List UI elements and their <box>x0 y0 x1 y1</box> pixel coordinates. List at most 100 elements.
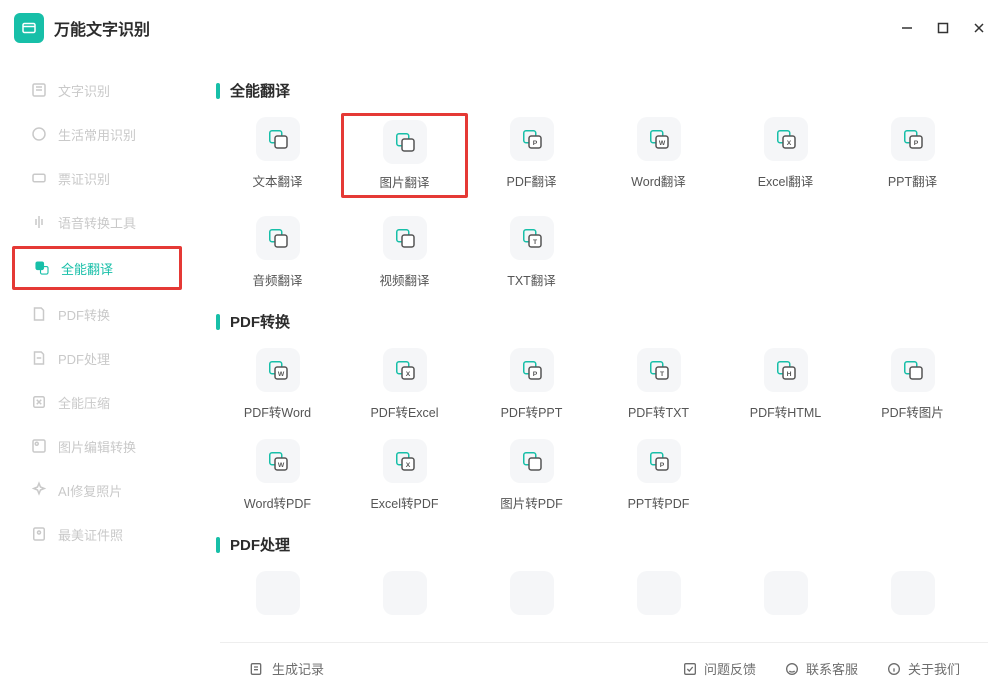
text-translate-icon <box>256 117 300 161</box>
tool-item[interactable]: W Word转PDF <box>214 439 341 512</box>
word-to-pdf-icon: W <box>256 439 300 483</box>
sidebar-item-id-photo[interactable]: 最美证件照 <box>0 512 200 556</box>
svg-text:P: P <box>532 371 537 378</box>
image-edit-icon <box>30 437 48 455</box>
tool-item[interactable] <box>341 571 468 625</box>
sidebar-item-label: 全能压缩 <box>58 393 110 412</box>
sidebar-item-label: 全能翻译 <box>61 259 113 278</box>
support-label: 联系客服 <box>806 659 858 678</box>
tool-item[interactable] <box>214 571 341 625</box>
tool-item[interactable]: W Word翻译 <box>595 117 722 198</box>
sidebar-item-audio-tools[interactable]: 语音转换工具 <box>0 200 200 244</box>
feedback-icon <box>682 661 698 677</box>
about-button[interactable]: 关于我们 <box>886 659 960 678</box>
pdf-to-ppt-icon: P <box>510 348 554 392</box>
sidebar-item-pdf-process[interactable]: PDF处理 <box>0 336 200 380</box>
sidebar-item-ticket[interactable]: 票证识别 <box>0 156 200 200</box>
sidebar-item-translate[interactable]: 全能翻译 <box>15 249 179 287</box>
ocr-icon <box>30 81 48 99</box>
tool-item[interactable]: PDF转图片 <box>849 348 976 421</box>
support-icon <box>784 661 800 677</box>
tool-label: 文本翻译 <box>252 171 302 190</box>
sidebar-item-ocr[interactable]: 文字识别 <box>0 68 200 112</box>
translate-icon <box>33 259 51 277</box>
tool-label: 图片转PDF <box>500 493 563 512</box>
sidebar-item-label: 生活常用识别 <box>58 125 136 144</box>
image-to-pdf-icon <box>510 439 554 483</box>
tool-item[interactable]: T PDF转TXT <box>595 348 722 421</box>
sidebar-item-daily[interactable]: 生活常用识别 <box>0 112 200 156</box>
tool-item[interactable] <box>468 571 595 625</box>
tool-label: PPT转PDF <box>628 493 690 512</box>
tool-item[interactable]: X Excel翻译 <box>722 117 849 198</box>
tool-label: TXT翻译 <box>507 270 556 289</box>
tool-item[interactable]: 音频翻译 <box>214 216 341 289</box>
tool-item[interactable] <box>595 571 722 625</box>
history-label: 生成记录 <box>272 659 324 678</box>
pdf-process-icon <box>30 349 48 367</box>
pdf-convert-icon <box>30 305 48 323</box>
about-label: 关于我们 <box>908 659 960 678</box>
tool-item[interactable]: H PDF转HTML <box>722 348 849 421</box>
tool-item[interactable]: 文本翻译 <box>214 117 341 198</box>
pdf-to-excel-icon: X <box>383 348 427 392</box>
tool-label: Word翻译 <box>631 171 686 190</box>
title-bar: 万能文字识别 <box>0 0 1000 56</box>
svg-text:W: W <box>277 462 284 469</box>
sidebar-item-label: 语音转换工具 <box>58 213 136 232</box>
maximize-icon[interactable] <box>936 21 950 35</box>
support-button[interactable]: 联系客服 <box>784 659 858 678</box>
svg-text:X: X <box>405 371 410 378</box>
svg-text:W: W <box>277 371 284 378</box>
tool-item[interactable]: 视频翻译 <box>341 216 468 289</box>
excel-to-pdf-icon: X <box>383 439 427 483</box>
tool-label: PDF转图片 <box>881 402 944 421</box>
tool-label: Word转PDF <box>244 493 311 512</box>
tool-item[interactable] <box>849 571 976 625</box>
video-translate-icon <box>383 216 427 260</box>
section-title: PDF处理 <box>216 534 980 555</box>
section-pdf-convert: PDF转换 W PDF转Word X PDF转Excel P PDF转PPT T… <box>210 311 980 512</box>
tool-item[interactable]: P PDF翻译 <box>468 117 595 198</box>
svg-text:X: X <box>405 462 410 469</box>
sidebar-item-image-edit[interactable]: 图片编辑转换 <box>0 424 200 468</box>
tool-label: PDF转Word <box>244 402 311 421</box>
tool-item[interactable]: W PDF转Word <box>214 348 341 421</box>
tool-item[interactable]: T TXT翻译 <box>468 216 595 289</box>
tool-label: PDF翻译 <box>506 171 556 190</box>
svg-text:P: P <box>659 462 664 469</box>
section-pdf-process: PDF处理 <box>210 534 980 625</box>
tool-item[interactable]: P PPT翻译 <box>849 117 976 198</box>
about-icon <box>886 661 902 677</box>
tool-label: 视频翻译 <box>379 270 429 289</box>
sidebar-item-ai-restore[interactable]: AI修复照片 <box>0 468 200 512</box>
pdf-to-word-icon: W <box>256 348 300 392</box>
tool-item[interactable]: 图片翻译 <box>341 113 468 198</box>
tool-item[interactable]: P PDF转PPT <box>468 348 595 421</box>
sidebar-highlight-frame: 全能翻译 <box>12 246 182 290</box>
txt-translate-icon: T <box>510 216 554 260</box>
id-photo-icon <box>30 525 48 543</box>
ai-restore-icon <box>30 481 48 499</box>
tool-item[interactable] <box>722 571 849 625</box>
minimize-icon[interactable] <box>900 21 914 35</box>
feedback-label: 问题反馈 <box>704 659 756 678</box>
tool-item[interactable]: P PPT转PDF <box>595 439 722 512</box>
close-icon[interactable] <box>972 21 986 35</box>
sidebar-item-label: PDF处理 <box>58 349 110 368</box>
tool-label: PDF转PPT <box>501 402 563 421</box>
tool-label: PPT翻译 <box>888 171 937 190</box>
tool-label: PDF转TXT <box>628 402 689 421</box>
tool-item[interactable]: X Excel转PDF <box>341 439 468 512</box>
compress-icon <box>30 393 48 411</box>
tool-item[interactable]: X PDF转Excel <box>341 348 468 421</box>
sidebar-item-compress[interactable]: 全能压缩 <box>0 380 200 424</box>
ppt-translate-icon: P <box>891 117 935 161</box>
sidebar-item-pdf-convert[interactable]: PDF转换 <box>0 292 200 336</box>
tool-item[interactable]: 图片转PDF <box>468 439 595 512</box>
feedback-button[interactable]: 问题反馈 <box>682 659 756 678</box>
history-button[interactable]: 生成记录 <box>248 659 324 678</box>
bottom-bar: 生成记录 问题反馈 联系客服 关于我们 <box>220 642 988 694</box>
tool-label: PDF转Excel <box>370 402 438 421</box>
sidebar-item-label: 票证识别 <box>58 169 110 188</box>
